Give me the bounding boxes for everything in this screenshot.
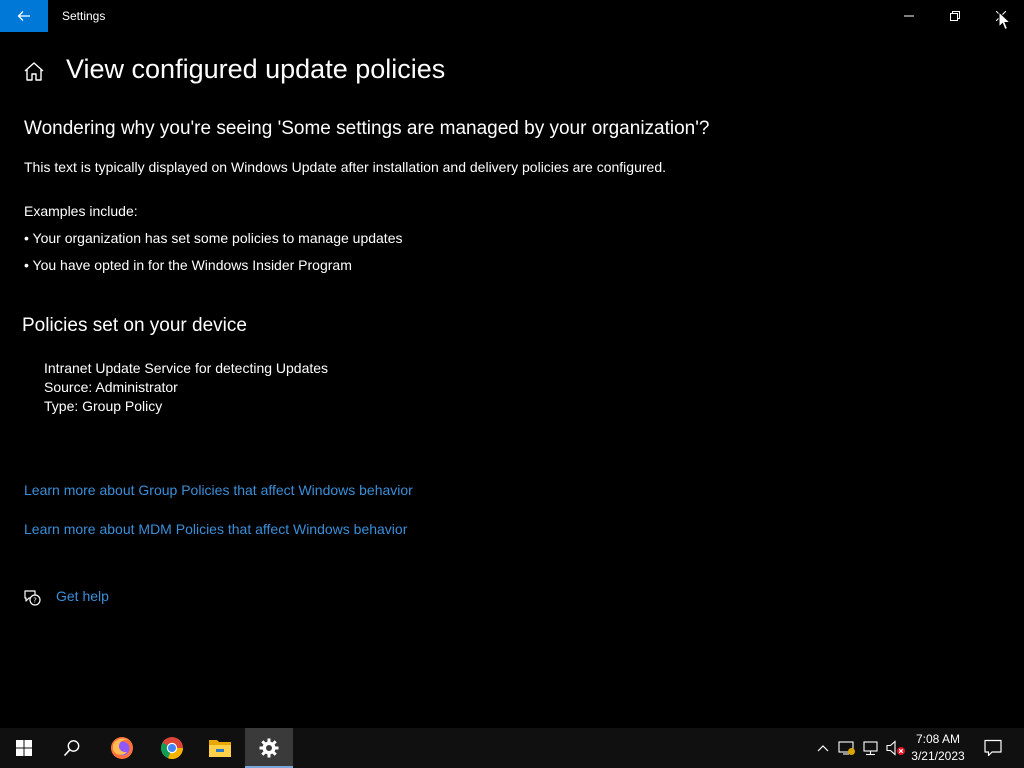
restore-button[interactable] bbox=[932, 0, 978, 32]
chrome-icon bbox=[160, 737, 184, 760]
get-help-link[interactable]: Get help bbox=[56, 588, 109, 604]
volume-button[interactable] bbox=[884, 728, 908, 768]
get-help-icon: ? bbox=[24, 590, 41, 606]
settings-window: Settings View configured update policies… bbox=[0, 0, 1024, 728]
chrome-taskbar-button[interactable] bbox=[148, 728, 196, 768]
mouse-cursor-icon bbox=[998, 11, 1012, 31]
title-bar: Settings bbox=[0, 0, 1024, 32]
action-center-button[interactable] bbox=[976, 728, 1010, 768]
back-button[interactable] bbox=[0, 0, 48, 32]
start-button[interactable] bbox=[0, 728, 48, 768]
settings-gear-icon bbox=[259, 738, 279, 758]
file-explorer-taskbar-button[interactable] bbox=[196, 728, 244, 768]
clock-time: 7:08 AM bbox=[915, 732, 961, 746]
app-title: Settings bbox=[62, 9, 106, 23]
windows-logo-icon bbox=[16, 740, 32, 756]
policy-type: Type: Group Policy bbox=[44, 398, 163, 414]
search-icon bbox=[63, 740, 80, 757]
policy-name: Intranet Update Service for detecting Up… bbox=[44, 360, 329, 376]
search-button[interactable] bbox=[48, 728, 96, 768]
home-icon[interactable] bbox=[22, 60, 46, 84]
notification-icon bbox=[984, 739, 1002, 757]
minimize-icon bbox=[904, 15, 914, 17]
back-arrow-icon bbox=[17, 11, 30, 21]
network-warning-icon bbox=[838, 741, 855, 755]
example-item: • You have opted in for the Windows Insi… bbox=[24, 257, 352, 273]
intro-heading: Wondering why you're seeing 'Some settin… bbox=[24, 118, 710, 139]
intro-description: This text is typically displayed on Wind… bbox=[24, 159, 666, 175]
examples-label: Examples include: bbox=[24, 203, 138, 219]
firefox-icon bbox=[111, 737, 133, 759]
group-policies-link[interactable]: Learn more about Group Policies that aff… bbox=[24, 482, 413, 498]
policy-source: Source: Administrator bbox=[44, 379, 178, 395]
firefox-taskbar-button[interactable] bbox=[98, 728, 146, 768]
taskbar: 7:08 AM 3/21/2023 bbox=[0, 728, 1024, 768]
clock-date: 3/21/2023 bbox=[911, 749, 965, 763]
settings-taskbar-button[interactable] bbox=[245, 728, 293, 768]
policies-heading: Policies set on your device bbox=[22, 315, 247, 336]
network-icon bbox=[863, 741, 878, 756]
minimize-button[interactable] bbox=[886, 0, 932, 32]
clock[interactable]: 7:08 AM 3/21/2023 bbox=[906, 728, 970, 768]
restore-icon bbox=[950, 11, 960, 21]
mdm-policies-link[interactable]: Learn more about MDM Policies that affec… bbox=[24, 521, 407, 537]
svg-text:?: ? bbox=[33, 597, 37, 605]
network-status-button[interactable] bbox=[836, 728, 858, 768]
show-hidden-icons-button[interactable] bbox=[812, 728, 834, 768]
volume-muted-icon bbox=[886, 740, 905, 756]
page-title: View configured update policies bbox=[66, 54, 446, 84]
file-explorer-icon bbox=[209, 740, 231, 757]
chevron-up-icon bbox=[817, 745, 829, 752]
example-item: • Your organization has set some policie… bbox=[24, 230, 403, 246]
network-button[interactable] bbox=[860, 728, 882, 768]
